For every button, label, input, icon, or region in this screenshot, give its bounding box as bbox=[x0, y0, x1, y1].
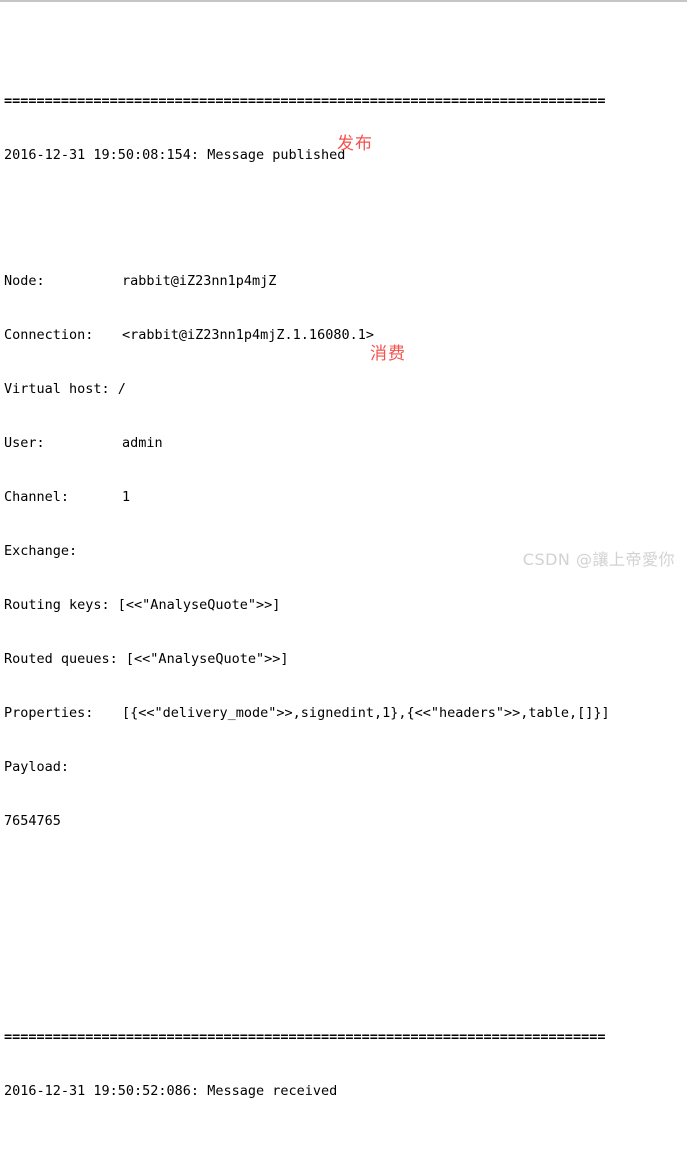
field-routed-queues-value: [<<"AnalyseQuote">>] bbox=[117, 651, 289, 667]
field-payload-label: Payload: bbox=[4, 759, 70, 775]
field-properties: Properties: [{<<"delivery_mode">>,signedi… bbox=[4, 704, 687, 722]
field-channel-label: Channel: bbox=[4, 489, 70, 505]
field-routed-queues: Routed queues: [<<"AnalyseQuote">>] bbox=[4, 650, 687, 668]
field-user: User: admin bbox=[4, 434, 687, 452]
message-trace-console: ========================================… bbox=[4, 20, 687, 1156]
field-virtual-host: Virtual host: / bbox=[4, 380, 687, 398]
annotation-publish: 发布 bbox=[337, 134, 373, 154]
field-routed-queues-label: Routed queues: bbox=[4, 651, 118, 667]
field-node-label: Node: bbox=[4, 273, 45, 289]
csdn-watermark: CSDN @讓上帝愛你 bbox=[522, 550, 675, 569]
field-node-value: rabbit@iZ23nn1p4mjZ bbox=[122, 273, 277, 289]
field-channel-value: 1 bbox=[122, 489, 131, 505]
field-virtual-host-label: Virtual host: bbox=[4, 381, 110, 397]
field-payload: Payload: bbox=[4, 758, 687, 776]
annotation-consume: 消费 bbox=[370, 344, 406, 364]
field-exchange-label: Exchange: bbox=[4, 543, 78, 559]
field-routing-keys-value: [<<"AnalyseQuote">>] bbox=[109, 597, 281, 613]
block-header-received: 2016-12-31 19:50:52:086: Message receive… bbox=[4, 1083, 338, 1099]
field-user-value: admin bbox=[122, 435, 163, 451]
field-user-label: User: bbox=[4, 435, 45, 451]
field-properties-value: [{<<"delivery_mode">>,signedint,1},{<<"h… bbox=[122, 705, 610, 721]
top-divider bbox=[0, 0, 687, 2]
separator-line-top: ========================================… bbox=[4, 93, 606, 109]
field-connection-value: <rabbit@iZ23nn1p4mjZ.1.16080.1> bbox=[122, 327, 374, 343]
field-virtual-host-value: / bbox=[109, 381, 126, 397]
field-properties-label: Properties: bbox=[4, 705, 94, 721]
separator-line-middle: ========================================… bbox=[4, 1029, 606, 1045]
field-connection-label: Connection: bbox=[4, 327, 94, 343]
payload-body-published: 7654765 bbox=[4, 813, 61, 829]
field-channel: Channel: 1 bbox=[4, 488, 687, 506]
field-connection: Connection: <rabbit@iZ23nn1p4mjZ.1.16080.… bbox=[4, 326, 687, 344]
field-routing-keys-label: Routing keys: bbox=[4, 597, 110, 613]
field-node: Node: rabbit@iZ23nn1p4mjZ bbox=[4, 272, 687, 290]
field-routing-keys: Routing keys: [<<"AnalyseQuote">>] bbox=[4, 596, 687, 614]
